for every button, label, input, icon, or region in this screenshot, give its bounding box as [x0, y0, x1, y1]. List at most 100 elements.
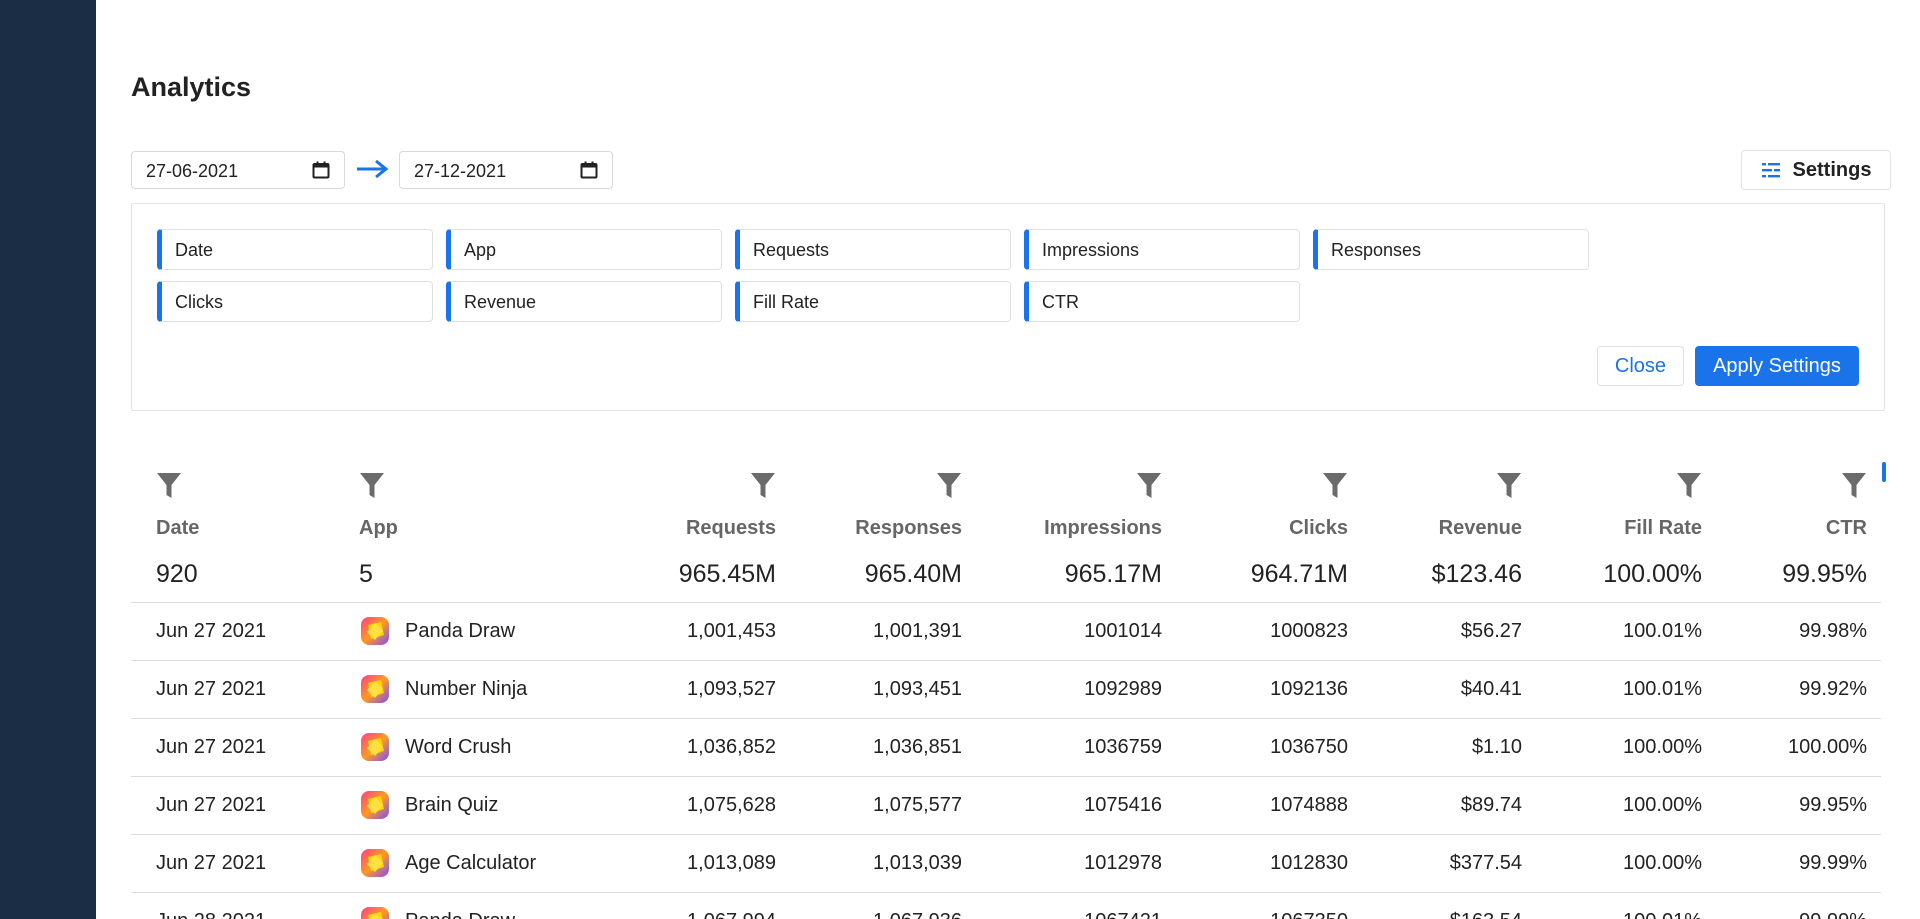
filter-icon[interactable]	[1136, 472, 1162, 500]
cell-requests: 1,093,527	[687, 678, 776, 700]
filter-icon[interactable]	[1676, 472, 1702, 500]
column-chip-label: Fill Rate	[753, 292, 820, 312]
column-chip-label: CTR	[1042, 292, 1079, 312]
filter-icon[interactable]	[1496, 472, 1522, 500]
cell-responses: 1,001,391	[873, 620, 962, 642]
settings-button[interactable]: Settings	[1741, 150, 1891, 190]
sidebar	[0, 0, 96, 919]
column-header[interactable]: Impressions	[1044, 517, 1162, 540]
cell-requests: 1,075,628	[687, 794, 776, 816]
filter-icon[interactable]	[750, 472, 776, 500]
filter-icon[interactable]	[1841, 472, 1867, 500]
cell-app: Brain Quiz	[405, 794, 499, 816]
cell-app: Number Ninja	[405, 678, 528, 700]
cell-ctr: 100.00%	[1788, 736, 1867, 758]
column-chip-date[interactable]: Date	[157, 229, 433, 270]
page-title: Analytics	[131, 72, 252, 102]
filter-icon[interactable]	[1322, 472, 1348, 500]
column-header[interactable]: Requests	[686, 517, 776, 540]
settings-sliders-icon	[1761, 163, 1780, 178]
cell-app: Panda Draw	[405, 910, 515, 919]
column-chip-responses[interactable]: Responses	[1313, 229, 1589, 270]
column-header[interactable]: Revenue	[1439, 517, 1522, 540]
cell-revenue: $377.54	[1449, 852, 1522, 874]
apply-settings-button[interactable]: Apply Settings	[1695, 346, 1859, 386]
cell-requests: 1,001,453	[687, 620, 776, 642]
end-date-input[interactable]: 27-12-2021	[399, 151, 613, 189]
column-header[interactable]: CTR	[1826, 517, 1867, 540]
column-chip-ctr[interactable]: CTR	[1024, 281, 1300, 322]
cell-ctr: 99.99%	[1799, 910, 1867, 919]
app-logo-icon	[359, 847, 391, 879]
column-chip-label: Requests	[753, 240, 830, 260]
cell-clicks: 1092136	[1270, 678, 1348, 700]
column-chip-revenue[interactable]: Revenue	[446, 281, 722, 322]
calendar-icon[interactable]	[580, 161, 598, 179]
column-chip-clicks[interactable]: Clicks	[157, 281, 433, 322]
column-chip-label: Clicks	[175, 292, 223, 312]
column-total: 99.95%	[1782, 560, 1867, 588]
calendar-icon[interactable]	[312, 161, 330, 179]
cell-responses: 1,067,936	[873, 910, 962, 919]
app-logo-icon	[359, 731, 391, 763]
cell-responses: 1,013,039	[873, 852, 962, 874]
column-chip-impressions[interactable]: Impressions	[1024, 229, 1300, 270]
table-row[interactable]: Jun 27 2021 Panda Draw 1,001,453 1,001,391 1…	[131, 602, 1881, 660]
cell-app: Panda Draw	[405, 620, 516, 642]
table-row[interactable]: Jun 27 2021 Number Ninja 1,093,527 1,093,45…	[131, 660, 1881, 718]
cell-revenue: $40.41	[1460, 678, 1522, 700]
cell-date: Jun 27 2021	[156, 852, 267, 874]
column-chip-label: App	[464, 240, 497, 260]
cell-fill-rate: 100.00%	[1623, 736, 1702, 758]
table-row[interactable]: Jun 27 2021 Word Crush 1,036,852 1,036,851 1…	[131, 718, 1881, 776]
start-date-value: 27-06-2021	[146, 161, 239, 181]
table-row[interactable]: Jun 27 2021 Brain Quiz 1,075,628 1,075,577 1…	[131, 776, 1881, 834]
cell-date: Jun 27 2021	[156, 620, 267, 642]
cell-revenue: $56.27	[1460, 620, 1522, 642]
column-header[interactable]: Clicks	[1289, 517, 1348, 540]
cell-clicks: 1012830	[1270, 852, 1348, 874]
cell-app: Age Calculator	[405, 852, 537, 874]
cell-responses: 1,093,451	[873, 678, 962, 700]
column-header[interactable]: Responses	[855, 517, 962, 540]
app-logo-icon	[359, 673, 391, 705]
start-date-input[interactable]: 27-06-2021	[131, 151, 345, 189]
close-button[interactable]: Close	[1597, 346, 1684, 386]
filter-icon[interactable]	[156, 472, 182, 500]
column-chip-requests[interactable]: Requests	[735, 229, 1011, 270]
cell-clicks: 1067350	[1270, 910, 1348, 919]
table-row[interactable]: Jun 28 2021 Panda Draw 1,067,994 1,067,936 1…	[131, 892, 1881, 919]
cell-impressions: 1092989	[1084, 678, 1162, 700]
column-total: 965.17M	[1064, 560, 1162, 588]
main-content: Analytics 27-06-2021 27-12-2021 Settings…	[131, 0, 1891, 919]
column-total: 964.71M	[1250, 560, 1348, 588]
cell-responses: 1,036,851	[873, 736, 962, 758]
cell-date: Jun 27 2021	[156, 794, 267, 816]
column-total: $123.46	[1431, 560, 1522, 588]
column-settings-panel: Date App Requests Impressions Responses Click…	[131, 203, 1885, 411]
cell-date: Jun 28 2021	[156, 910, 266, 919]
column-total: 965.40M	[864, 560, 962, 588]
cell-app: Word Crush	[405, 736, 512, 758]
cell-ctr: 99.99%	[1799, 852, 1867, 874]
cell-requests: 1,036,852	[687, 736, 776, 758]
cell-revenue: $1.10	[1471, 736, 1522, 758]
cell-responses: 1,075,577	[873, 794, 962, 816]
cell-impressions: 1012978	[1084, 852, 1162, 874]
column-chip-app[interactable]: App	[446, 229, 722, 270]
column-header[interactable]: Fill Rate	[1624, 517, 1702, 540]
cell-impressions: 1001014	[1084, 620, 1162, 642]
column-chip-fill-rate[interactable]: Fill Rate	[735, 281, 1011, 322]
column-header[interactable]: App	[359, 517, 398, 540]
column-header[interactable]: Date	[156, 517, 199, 540]
cell-fill-rate: 100.01%	[1623, 620, 1702, 642]
filter-icon[interactable]	[359, 472, 385, 500]
arrow-right-icon	[357, 159, 389, 179]
column-total: 965.45M	[678, 560, 776, 588]
cell-clicks: 1074888	[1270, 794, 1348, 816]
scrollbar-thumb[interactable]	[1882, 462, 1886, 482]
cell-date: Jun 27 2021	[156, 736, 267, 758]
table-row[interactable]: Jun 27 2021 Age Calculator 1,013,089 1,013,…	[131, 834, 1881, 892]
filter-icon[interactable]	[936, 472, 962, 500]
cell-ctr: 99.95%	[1799, 794, 1867, 816]
